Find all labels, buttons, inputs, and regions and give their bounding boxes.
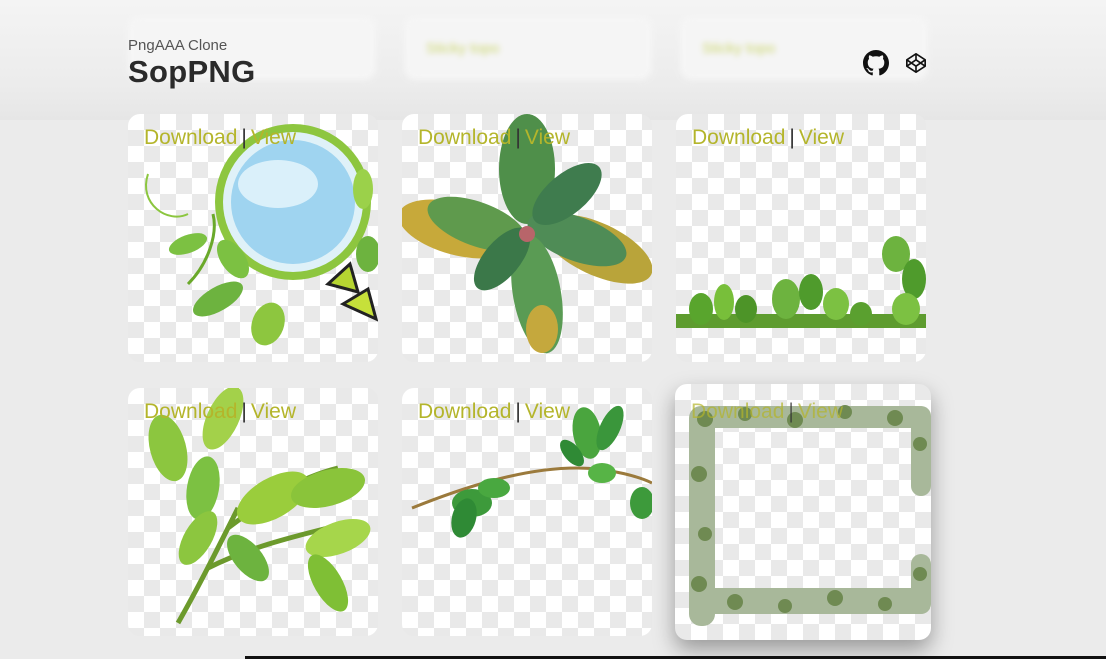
ivy-vine-image (411, 405, 652, 538)
card-links: Download | View (691, 400, 843, 424)
link-separator: | (789, 126, 795, 149)
card-links: Download | View (418, 400, 570, 424)
sticky-header-ghost-2: Sticky topo (404, 16, 652, 80)
leaves-border-image (676, 236, 926, 328)
site-subtitle: PngAAA Clone (128, 37, 228, 54)
leafy-branch-image (148, 388, 371, 625)
view-link[interactable]: View (798, 400, 843, 423)
png-card[interactable]: Download | View (128, 114, 378, 362)
download-link[interactable]: Download (692, 126, 785, 149)
link-separator: | (515, 400, 521, 423)
view-link[interactable]: View (251, 400, 296, 423)
link-separator: | (241, 400, 247, 423)
link-separator: | (241, 126, 247, 149)
sticky-header-ghost-3: Sticky topo (680, 16, 928, 80)
view-link[interactable]: View (525, 126, 570, 149)
link-separator: | (788, 400, 794, 423)
link-separator: | (515, 126, 521, 149)
png-card[interactable]: Download | View (128, 388, 378, 636)
github-icon[interactable] (863, 50, 889, 76)
view-link[interactable]: View (799, 126, 844, 149)
codepen-icon[interactable] (903, 50, 929, 76)
png-card[interactable]: Download | View (402, 388, 652, 636)
png-card[interactable]: Download | View (402, 114, 652, 362)
card-links: Download | View (692, 126, 844, 150)
png-card-hovered[interactable]: Download | View (675, 384, 931, 640)
site-title[interactable]: SopPNG (128, 54, 256, 90)
download-link[interactable]: Download (691, 400, 784, 423)
card-links: Download | View (144, 126, 296, 150)
download-link[interactable]: Download (418, 126, 511, 149)
view-link[interactable]: View (251, 126, 296, 149)
download-link[interactable]: Download (144, 126, 237, 149)
circle-frame-image (145, 124, 378, 346)
plant-image (402, 114, 652, 354)
download-link[interactable]: Download (144, 400, 237, 423)
card-links: Download | View (418, 126, 570, 150)
download-link[interactable]: Download (418, 400, 511, 423)
view-link[interactable]: View (525, 400, 570, 423)
png-card[interactable]: Download | View (676, 114, 926, 362)
card-links: Download | View (144, 400, 296, 424)
